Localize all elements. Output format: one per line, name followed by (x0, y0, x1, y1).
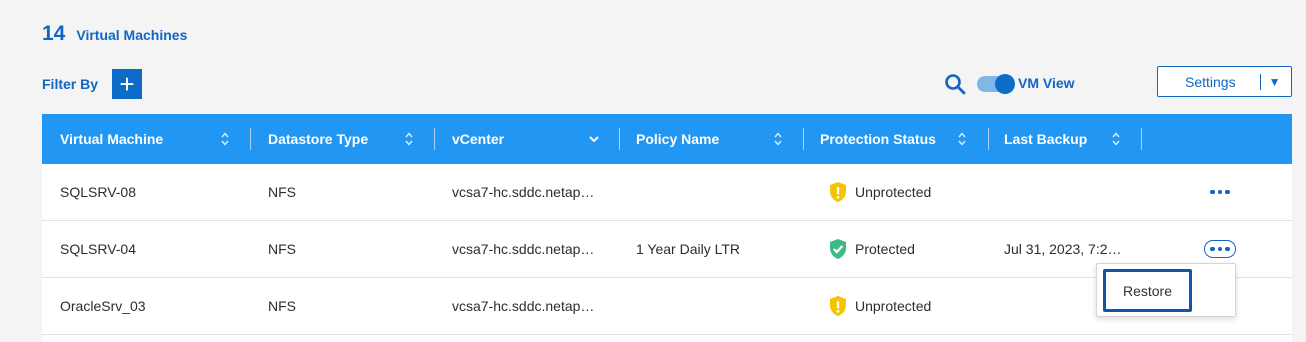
filter-label: Filter By (42, 76, 99, 92)
column-label: vCenter (452, 131, 505, 147)
protection-status-text: Unprotected (855, 298, 932, 314)
add-filter-button[interactable]: + (112, 69, 143, 99)
settings-divider (1259, 73, 1261, 90)
protection-status-cell: Unprotected (828, 164, 931, 220)
more-dot (1225, 189, 1230, 195)
sort-updown-icon[interactable] (1111, 130, 1121, 148)
table-header: Virtual Machine Datastore Type vCenter P… (42, 114, 1292, 164)
column-header-vcenter[interactable]: vCenter (452, 114, 504, 164)
datastore-type-cell: NFS (268, 298, 296, 314)
datastore-type-cell: NFS (268, 241, 296, 257)
chevron-down-icon[interactable] (588, 131, 600, 147)
toggle-knob (995, 74, 1015, 94)
caret-down-icon[interactable]: ▼ (1269, 75, 1281, 89)
shield-check-icon (830, 239, 846, 259)
column-label: Protection Status (820, 131, 936, 147)
column-label: Last Backup (1004, 131, 1088, 147)
column-header-datastore-type[interactable]: Datastore Type (268, 114, 368, 164)
more-dot (1225, 246, 1230, 252)
row-actions-button[interactable] (1204, 240, 1236, 258)
settings-button[interactable]: Settings ▼ (1157, 66, 1292, 97)
column-label: Datastore Type (268, 131, 369, 147)
vm-count-label: Virtual Machines (76, 27, 188, 43)
column-divider (1141, 128, 1142, 150)
more-dot (1217, 189, 1223, 195)
vcenter-cell: vcsa7-hc.sddc.netap… (452, 184, 595, 200)
more-dot (1217, 246, 1223, 252)
column-divider (434, 128, 435, 150)
settings-label: Settings (1185, 73, 1236, 90)
column-header-virtual-machine[interactable]: Virtual Machine (60, 114, 163, 164)
policy-name-cell: 1 Year Daily LTR (636, 241, 741, 257)
column-label: Virtual Machine (60, 131, 164, 147)
row-actions-button[interactable] (1204, 183, 1236, 201)
shield-exclamation-icon (830, 182, 846, 202)
protection-status-cell: Unprotected (828, 278, 931, 334)
column-label: Policy Name (636, 131, 720, 147)
sort-updown-icon[interactable] (773, 130, 783, 148)
vm-count-heading: 14 Virtual Machines (42, 22, 187, 46)
vcenter-cell: vcsa7-hc.sddc.netap… (452, 241, 595, 257)
protection-status-cell: Protected (828, 221, 915, 277)
column-divider (619, 128, 620, 150)
restore-menu-item[interactable]: Restore (1103, 269, 1192, 312)
vm-name-cell: SQLSRV-04 (60, 241, 137, 257)
column-divider (803, 128, 804, 150)
column-divider (250, 128, 251, 150)
plus-icon: + (119, 69, 135, 99)
column-header-policy-name[interactable]: Policy Name (636, 114, 719, 164)
column-header-last-backup[interactable]: Last Backup (1004, 114, 1087, 164)
vm-name-cell: SQLSRV-08 (60, 184, 137, 200)
filter-bar: Filter By + (42, 69, 143, 99)
search-icon[interactable] (944, 73, 966, 95)
protection-status-text: Protected (855, 241, 915, 257)
vm-view-label: VM View (1018, 75, 1075, 91)
column-divider (988, 128, 989, 150)
table-row[interactable]: SQLSRV-08 NFS vcsa7-hc.sddc.netap… Unpro… (42, 164, 1292, 221)
protection-status-text: Unprotected (855, 184, 932, 200)
datastore-type-cell: NFS (268, 184, 296, 200)
sort-updown-icon[interactable] (957, 130, 967, 148)
column-header-protection-status[interactable]: Protection Status (820, 114, 936, 164)
vm-count: 14 (42, 22, 66, 45)
sort-updown-icon[interactable] (220, 130, 230, 148)
vm-view-toggle[interactable] (977, 74, 1015, 94)
row-actions-menu: Restore (1096, 263, 1236, 317)
more-dot (1210, 246, 1215, 252)
vcenter-cell: vcsa7-hc.sddc.netap… (452, 298, 595, 314)
shield-exclamation-icon (830, 296, 846, 316)
vm-name-cell: OracleSrv_03 (60, 298, 146, 314)
more-dot (1210, 189, 1215, 195)
sort-updown-icon[interactable] (404, 130, 414, 148)
